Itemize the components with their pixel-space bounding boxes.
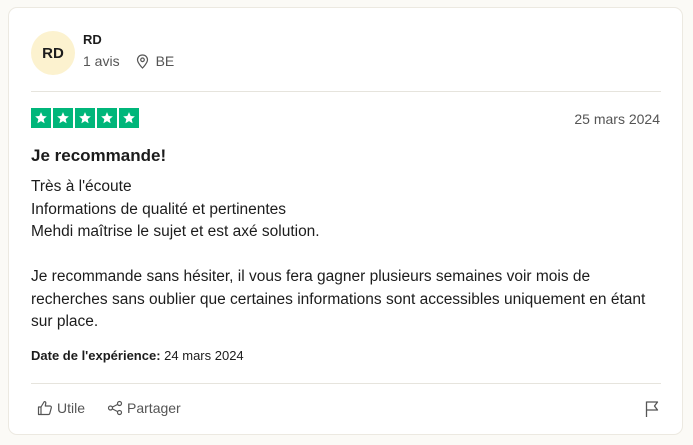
reviewer-name[interactable]: RD: [83, 31, 174, 49]
reviewer-header: RD RD 1 avis BE: [31, 31, 174, 75]
review-line: Mehdi maîtrise le sujet et est axé solut…: [31, 223, 320, 240]
review-date: 25 mars 2024: [574, 111, 660, 127]
star-icon: [75, 108, 95, 128]
flag-icon: [645, 401, 659, 417]
star-icon: [31, 108, 51, 128]
experience-label: Date de l'expérience:: [31, 348, 161, 363]
avatar[interactable]: RD: [31, 31, 75, 75]
star-icon: [119, 108, 139, 128]
reviewer-meta: 1 avis BE: [83, 53, 174, 69]
reviewer-info: RD 1 avis BE: [83, 32, 174, 69]
reviewer-country: BE: [136, 53, 175, 69]
star-rating: [31, 108, 141, 128]
review-title[interactable]: Je recommande!: [31, 146, 166, 166]
experience-value: 24 mars 2024: [164, 348, 244, 363]
share-button[interactable]: Partager: [107, 400, 181, 416]
review-count: 1 avis: [83, 53, 120, 69]
experience-date: Date de l'expérience: 24 mars 2024: [31, 348, 244, 363]
review-paragraph: Je recommande sans hésiter, il vous fera…: [31, 268, 646, 330]
country-code: BE: [155, 53, 175, 69]
star-icon: [97, 108, 117, 128]
review-actions: Utile Partager: [37, 400, 203, 416]
useful-label: Utile: [57, 400, 86, 416]
review-line: Très à l'écoute: [31, 178, 132, 195]
share-label: Partager: [127, 400, 181, 416]
review-body: Très à l'écoute Informations de qualité …: [31, 176, 661, 334]
review-card: RD RD 1 avis BE 25 mars 2024 Je recomman…: [8, 7, 683, 435]
review-line: Informations de qualité et pertinentes: [31, 200, 287, 218]
useful-button[interactable]: Utile: [37, 400, 85, 416]
share-icon: [107, 400, 123, 416]
location-pin-icon: [136, 53, 148, 69]
thumbs-up-icon: [37, 401, 52, 416]
star-icon: [53, 108, 73, 128]
review-lines: Très à l'écoute Informations de qualité …: [31, 176, 661, 244]
divider: [31, 91, 661, 92]
divider: [31, 383, 661, 384]
report-button[interactable]: [644, 400, 660, 423]
